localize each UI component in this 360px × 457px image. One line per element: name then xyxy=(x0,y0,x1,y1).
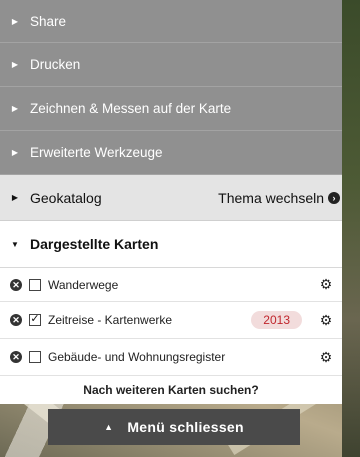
close-menu-label: Menü schliessen xyxy=(127,419,244,435)
caret-down-icon: ▼ xyxy=(11,239,19,249)
remove-layer-icon[interactable]: ✕ xyxy=(10,314,22,326)
gear-icon[interactable]: ⚙ xyxy=(316,349,336,366)
layer-row: ✕ Gebäude- und Wohnungsregister ⚙ xyxy=(0,339,342,376)
layer-visibility-checkbox[interactable] xyxy=(29,351,41,363)
remove-layer-icon[interactable]: ✕ xyxy=(10,351,22,363)
search-more-maps-link[interactable]: Nach weiteren Karten suchen? xyxy=(0,376,342,404)
menu-item-werkzeuge[interactable]: ▶ Erweiterte Werkzeuge xyxy=(0,131,342,175)
layer-visibility-checkbox[interactable] xyxy=(29,278,41,291)
menu-item-geokatalog[interactable]: ▶ Geokatalog Thema wechseln › xyxy=(0,175,342,221)
close-menu-button[interactable]: ▲ Menü schliessen xyxy=(48,409,300,445)
layer-row: ✕ Wanderwege ⚙ xyxy=(0,268,342,302)
caret-right-icon: ▶ xyxy=(11,148,19,157)
gear-icon[interactable]: ⚙ xyxy=(316,312,336,329)
menu-item-label: Zeichnen & Messen auf der Karte xyxy=(30,101,232,116)
gear-icon[interactable]: ⚙ xyxy=(316,276,336,293)
chevron-right-circle-icon[interactable]: › xyxy=(328,191,340,204)
menu-item-share[interactable]: ▶ Share xyxy=(0,0,342,43)
remove-layer-icon[interactable]: ✕ xyxy=(10,278,22,291)
geokatalog-label: Geokatalog xyxy=(30,189,102,206)
layer-name: Wanderwege xyxy=(48,277,119,292)
caret-up-icon: ▲ xyxy=(104,422,114,432)
layer-visibility-checkbox[interactable]: ✓ xyxy=(29,314,41,326)
menu-item-drucken[interactable]: ▶ Drucken xyxy=(0,43,342,87)
caret-right-icon: ▶ xyxy=(11,104,19,113)
caret-right-icon: ▶ xyxy=(11,60,19,69)
caret-right-icon: ▶ xyxy=(11,193,19,202)
displayed-maps-section: ▼ Dargestellte Karten ✕ Wanderwege ⚙ ✕ ✓… xyxy=(0,221,342,404)
menu-item-zeichnen[interactable]: ▶ Zeichnen & Messen auf der Karte xyxy=(0,87,342,131)
menu-item-label: Share xyxy=(30,13,67,29)
layer-row: ✕ ✓ Zeitreise - Kartenwerke 2013 ⚙ xyxy=(0,302,342,339)
side-menu-panel: ▶ Share ▶ Drucken ▶ Zeichnen & Messen au… xyxy=(0,0,342,404)
year-selector-badge[interactable]: 2013 xyxy=(251,311,302,329)
caret-right-icon: ▶ xyxy=(11,16,19,26)
section-title: Dargestellte Karten xyxy=(30,236,159,252)
layer-name: Gebäude- und Wohnungsregister xyxy=(48,350,226,364)
change-theme-link[interactable]: Thema wechseln xyxy=(218,190,324,206)
layer-name: Zeitreise - Kartenwerke xyxy=(48,313,173,327)
menu-item-dargestellte-karten[interactable]: ▼ Dargestellte Karten xyxy=(0,221,342,268)
map-edge xyxy=(342,0,360,457)
menu-item-label: Erweiterte Werkzeuge xyxy=(30,145,163,160)
menu-item-label: Drucken xyxy=(30,57,81,72)
